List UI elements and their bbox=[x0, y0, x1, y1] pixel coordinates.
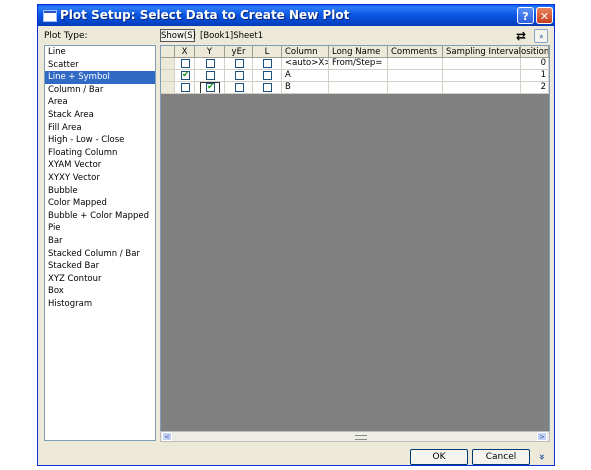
plot-type-item[interactable]: Line + Symbol bbox=[45, 71, 155, 84]
column-header[interactable]: L bbox=[253, 46, 282, 58]
focus-rect bbox=[200, 82, 220, 93]
help-button[interactable]: ? bbox=[517, 7, 534, 24]
column-cell[interactable]: B bbox=[282, 82, 329, 94]
yer-checkbox[interactable] bbox=[235, 71, 244, 80]
l-cell bbox=[253, 70, 282, 82]
scroll-left-icon[interactable]: < bbox=[162, 432, 172, 441]
l-checkbox[interactable] bbox=[263, 71, 272, 80]
yer-cell bbox=[225, 58, 253, 70]
comments-cell[interactable] bbox=[388, 70, 443, 82]
column-grid: X YyEr L Column Long Name Comments Sampling In… bbox=[160, 45, 550, 441]
plot-type-item[interactable]: XYZ Contour bbox=[45, 273, 155, 286]
column-header[interactable]: Column bbox=[282, 46, 329, 58]
yer-cell bbox=[225, 70, 253, 82]
plot-type-item[interactable]: Histogram bbox=[45, 298, 155, 311]
comments-cell[interactable] bbox=[388, 58, 443, 70]
plot-type-item[interactable]: Stacked Bar bbox=[45, 260, 155, 273]
table-row[interactable]: ✔ A 1 bbox=[161, 70, 549, 82]
column-cell[interactable]: <auto>X> bbox=[282, 58, 329, 70]
window-title: Plot Setup: Select Data to Create New Pl… bbox=[60, 8, 350, 22]
yer-cell bbox=[225, 82, 253, 94]
plot-setup-dialog: Plot Setup: Select Data to Create New Pl… bbox=[37, 4, 555, 466]
title-bar[interactable]: Plot Setup: Select Data to Create New Pl… bbox=[38, 5, 554, 26]
sheet-name: [Book1]Sheet1 bbox=[200, 31, 264, 41]
x-checkbox[interactable] bbox=[181, 83, 190, 92]
plot-type-item[interactable]: XYAM Vector bbox=[45, 159, 155, 172]
column-header[interactable]: Y bbox=[195, 46, 225, 58]
y-cell: ✔ bbox=[195, 82, 225, 94]
plot-type-item[interactable]: Color Mapped bbox=[45, 197, 155, 210]
l-checkbox[interactable] bbox=[263, 59, 272, 68]
column-header[interactable]: Sampling Interval bbox=[443, 46, 521, 58]
y-checkbox[interactable] bbox=[206, 71, 215, 80]
x-cell: ✔ bbox=[175, 70, 195, 82]
y-cell bbox=[195, 58, 225, 70]
long-name-cell[interactable] bbox=[329, 82, 388, 94]
collapse-icon[interactable]: « bbox=[534, 29, 548, 43]
x-cell bbox=[175, 58, 195, 70]
plot-type-item[interactable]: XYXY Vector bbox=[45, 172, 155, 185]
l-cell bbox=[253, 58, 282, 70]
column-header[interactable]: osition bbox=[521, 46, 549, 58]
window-icon bbox=[43, 10, 57, 22]
grid-corner bbox=[161, 46, 175, 58]
plot-type-item[interactable]: High - Low - Close bbox=[45, 134, 155, 147]
table-row[interactable]: ✔ B 2 bbox=[161, 82, 549, 94]
plot-type-item[interactable]: Stacked Column / Bar bbox=[45, 248, 155, 261]
plot-type-item[interactable]: Floating Column bbox=[45, 147, 155, 160]
sampling-cell[interactable] bbox=[443, 58, 521, 70]
plot-type-item[interactable]: Scatter bbox=[45, 59, 155, 72]
scroll-thumb-grip[interactable] bbox=[355, 435, 367, 440]
plot-type-item[interactable]: Stack Area bbox=[45, 109, 155, 122]
cancel-button[interactable]: Cancel bbox=[472, 449, 530, 465]
long-name-cell[interactable] bbox=[329, 70, 388, 82]
column-header[interactable]: X bbox=[175, 46, 195, 58]
plot-type-item[interactable]: Bubble + Color Mapped bbox=[45, 210, 155, 223]
long-name-cell[interactable]: From/Step= bbox=[329, 58, 388, 70]
plot-type-item[interactable]: Box bbox=[45, 285, 155, 298]
position-cell[interactable]: 1 bbox=[521, 70, 549, 82]
collapse-glyph: « bbox=[536, 34, 546, 39]
row-header[interactable] bbox=[161, 82, 175, 94]
column-header[interactable]: Comments bbox=[388, 46, 443, 58]
plot-type-item[interactable]: Column / Bar bbox=[45, 84, 155, 97]
y-checkbox[interactable] bbox=[206, 59, 215, 68]
x-checkbox[interactable] bbox=[181, 59, 190, 68]
swap-icon[interactable]: ⇄ bbox=[512, 28, 530, 44]
plot-type-label: Plot Type: bbox=[44, 31, 88, 41]
y-cell bbox=[195, 70, 225, 82]
plot-type-item[interactable]: Pie bbox=[45, 222, 155, 235]
yer-checkbox[interactable] bbox=[235, 59, 244, 68]
column-header[interactable]: Long Name bbox=[329, 46, 388, 58]
close-button[interactable]: ✕ bbox=[536, 7, 553, 24]
yer-checkbox[interactable] bbox=[235, 83, 244, 92]
l-checkbox[interactable] bbox=[263, 83, 272, 92]
sampling-cell[interactable] bbox=[443, 82, 521, 94]
plot-type-item[interactable]: Area bbox=[45, 96, 155, 109]
plot-type-item[interactable]: Bubble bbox=[45, 185, 155, 198]
plot-type-item[interactable]: Fill Area bbox=[45, 122, 155, 135]
l-cell bbox=[253, 82, 282, 94]
expand-icon[interactable]: » bbox=[533, 449, 550, 465]
plot-type-item[interactable]: Bar bbox=[45, 235, 155, 248]
show-button[interactable]: Show(S) bbox=[160, 29, 196, 42]
plot-type-list[interactable]: Line Scatter Line + Symbol Column / Bar Area… bbox=[44, 45, 156, 441]
x-checkbox[interactable]: ✔ bbox=[181, 71, 190, 80]
scroll-right-icon[interactable]: > bbox=[537, 432, 547, 441]
horizontal-scrollbar[interactable]: < > bbox=[160, 431, 550, 442]
column-header[interactable]: yEr bbox=[225, 46, 253, 58]
table-row[interactable]: <auto>X> From/Step= 0 bbox=[161, 58, 549, 70]
x-cell bbox=[175, 82, 195, 94]
ok-button[interactable]: OK bbox=[410, 449, 468, 465]
row-header[interactable] bbox=[161, 70, 175, 82]
position-cell[interactable]: 0 bbox=[521, 58, 549, 70]
column-cell[interactable]: A bbox=[282, 70, 329, 82]
comments-cell[interactable] bbox=[388, 82, 443, 94]
plot-type-item[interactable]: Line bbox=[45, 46, 155, 59]
expand-glyph: » bbox=[536, 453, 548, 461]
position-cell[interactable]: 2 bbox=[521, 82, 549, 94]
row-header[interactable] bbox=[161, 58, 175, 70]
sampling-cell[interactable] bbox=[443, 70, 521, 82]
